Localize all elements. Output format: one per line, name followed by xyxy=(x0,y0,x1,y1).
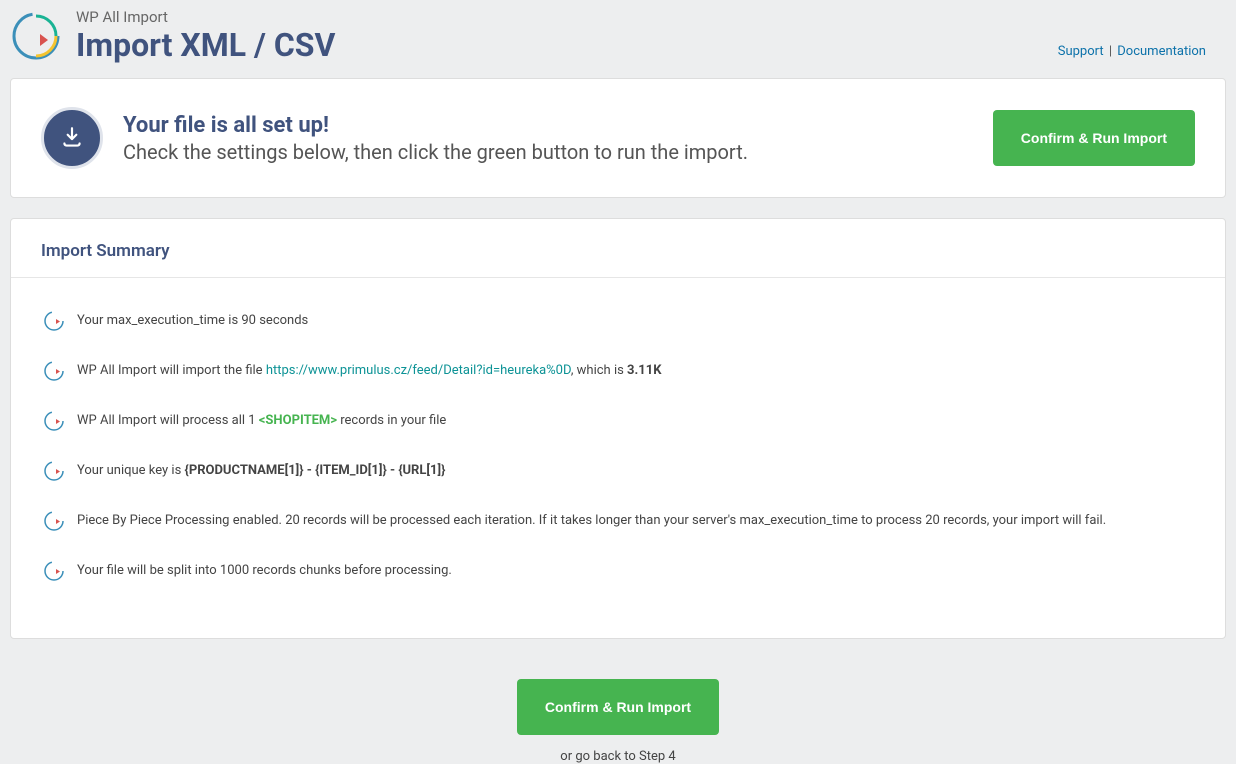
summary-item-unique-key: Your unique key is {PRODUCTNAME[1]} - {I… xyxy=(41,448,1195,498)
setup-card: Your file is all set up! Check the setti… xyxy=(10,78,1226,198)
summary-card: Import Summary Your max_execution_time i… xyxy=(10,218,1226,639)
bullet-icon xyxy=(41,508,67,534)
plugin-logo-icon xyxy=(10,10,62,66)
summary-text: Piece By Piece Processing enabled. 20 re… xyxy=(77,512,1106,530)
top-links: Support | Documentation xyxy=(1058,44,1206,59)
bullet-icon xyxy=(41,358,67,384)
summary-item-piece-processing: Piece By Piece Processing enabled. 20 re… xyxy=(41,498,1195,548)
bullet-icon xyxy=(41,558,67,584)
summary-heading: Import Summary xyxy=(11,219,1225,278)
setup-title: Your file is all set up! xyxy=(123,113,993,138)
summary-text: Your max_execution_time is 90 seconds xyxy=(77,312,308,330)
confirm-run-button-footer[interactable]: Confirm & Run Import xyxy=(517,679,719,735)
download-icon xyxy=(41,107,103,169)
summary-text: WP All Import will import the file https… xyxy=(77,362,661,380)
summary-item-chunks: Your file will be split into 1000 record… xyxy=(41,548,1195,598)
summary-item-process: WP All Import will process all 1 <SHOPIT… xyxy=(41,398,1195,448)
file-url-link[interactable]: https://www.primulus.cz/feed/Detail?id=h… xyxy=(266,363,571,378)
footer-actions: Confirm & Run Import or go back to Step … xyxy=(0,659,1236,764)
summary-item-file: WP All Import will import the file https… xyxy=(41,348,1195,398)
setup-subtitle: Check the settings below, then click the… xyxy=(123,140,993,164)
bullet-icon xyxy=(41,308,67,334)
summary-text: Your file will be split into 1000 record… xyxy=(77,562,452,580)
summary-item-exec-time: Your max_execution_time is 90 seconds xyxy=(41,298,1195,348)
page-title: Import XML / CSV xyxy=(76,26,335,64)
summary-text: Your unique key is {PRODUCTNAME[1]} - {I… xyxy=(77,462,445,480)
summary-text: WP All Import will process all 1 <SHOPIT… xyxy=(77,412,446,430)
confirm-run-button[interactable]: Confirm & Run Import xyxy=(993,110,1195,166)
bullet-icon xyxy=(41,458,67,484)
back-text: or go back to Step 4 xyxy=(0,749,1236,764)
bullet-icon xyxy=(41,408,67,434)
support-link[interactable]: Support xyxy=(1058,44,1104,59)
record-tag: <SHOPITEM> xyxy=(259,413,337,428)
back-to-step4-link[interactable]: go back to Step 4 xyxy=(575,749,675,764)
plugin-label: WP All Import xyxy=(76,8,335,26)
documentation-link[interactable]: Documentation xyxy=(1117,44,1206,59)
page-header: WP All Import Import XML / CSV Support |… xyxy=(0,0,1236,78)
summary-list: Your max_execution_time is 90 seconds WP… xyxy=(11,278,1225,608)
